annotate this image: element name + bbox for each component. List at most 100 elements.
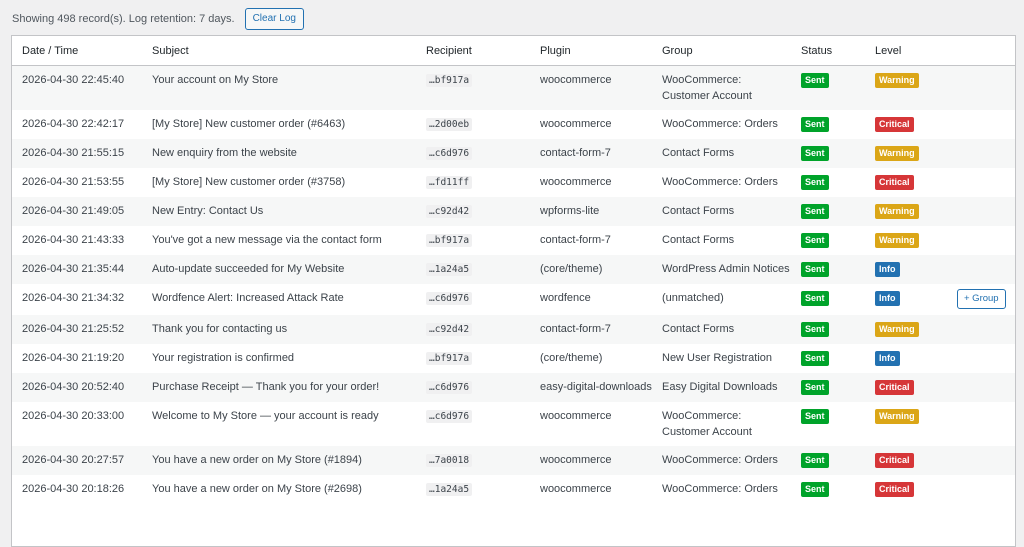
cell-subject: New Entry: Contact Us: [142, 197, 416, 226]
cell-level: Critical: [865, 168, 947, 197]
cell-recipient: …c6d976: [416, 284, 530, 315]
cell-actions: [947, 139, 1015, 168]
table-row: 2026-04-30 20:27:57 You have a new order …: [12, 446, 1015, 475]
cell-group: WordPress Admin Notices: [652, 255, 791, 284]
cell-actions: [947, 226, 1015, 255]
cell-recipient: …1a24a5: [416, 255, 530, 284]
cell-group: WooCommerce: Orders: [652, 446, 791, 475]
status-badge: Sent: [801, 380, 829, 395]
cell-date: 2026-04-30 21:49:05: [12, 197, 142, 226]
cell-level: Warning: [865, 139, 947, 168]
cell-actions: [947, 255, 1015, 284]
cell-level: Warning: [865, 402, 947, 446]
recipient-hash: …1a24a5: [426, 483, 473, 496]
cell-subject: You've got a new message via the contact…: [152, 234, 382, 246]
status-badge: Sent: [801, 262, 829, 277]
cell-plugin: easy-digital-downloads: [530, 373, 652, 402]
level-badge: Warning: [875, 322, 919, 337]
cell-plugin: contact-form-7: [540, 234, 611, 246]
column-header-status[interactable]: Status: [791, 36, 865, 66]
cell-subject: Your account on My Store: [142, 65, 416, 110]
level-badge: Critical: [875, 117, 914, 132]
recipient-hash: …1a24a5: [426, 263, 473, 276]
cell-actions: [947, 197, 1015, 226]
column-header-level[interactable]: Level: [865, 36, 947, 66]
cell-recipient: …bf917a: [416, 65, 530, 110]
cell-plugin: wpforms-lite: [530, 197, 652, 226]
cell-date: 2026-04-30 20:18:26: [22, 483, 125, 495]
cell-recipient: …bf917a: [416, 226, 530, 255]
cell-actions: [947, 168, 1015, 197]
level-badge: Critical: [875, 175, 914, 190]
cell-recipient: …c6d976: [416, 373, 530, 402]
cell-recipient: …7a0018: [416, 446, 530, 475]
column-header-group[interactable]: Group: [652, 36, 791, 66]
cell-date: 2026-04-30 21:19:20: [22, 352, 125, 364]
cell-recipient: …c92d42: [416, 315, 530, 344]
level-badge: Critical: [875, 453, 914, 468]
recipient-hash: …2d00eb: [426, 118, 473, 131]
table-body: 2026-04-30 22:45:40 Your account on My St…: [12, 65, 1015, 505]
clear-log-button[interactable]: Clear Log: [244, 8, 304, 30]
column-header-plugin[interactable]: Plugin: [530, 36, 652, 66]
cell-plugin: contact-form-7: [530, 139, 652, 168]
cell-group: Contact Forms: [652, 197, 791, 226]
cell-status: Sent: [791, 284, 865, 315]
cell-plugin: woocommerce: [540, 410, 612, 422]
level-badge: Warning: [875, 146, 919, 161]
cell-group: WooCommerce: Customer Account: [652, 65, 791, 110]
cell-actions: [947, 373, 1015, 402]
cell-group: WooCommerce: Orders: [662, 118, 778, 130]
status-badge: Sent: [801, 204, 829, 219]
status-badge: Sent: [801, 117, 829, 132]
level-badge: Warning: [875, 204, 919, 219]
cell-status: Sent: [791, 446, 865, 475]
status-badge: Sent: [801, 146, 829, 161]
cell-group: New User Registration: [662, 352, 773, 364]
cell-plugin: woocommerce: [540, 176, 612, 188]
cell-recipient: …c6d976: [416, 139, 530, 168]
cell-actions: [947, 475, 1015, 504]
cell-plugin: (core/theme): [530, 255, 652, 284]
email-log-table-panel: Date / Time Subject Recipient Plugin Gro…: [11, 35, 1016, 547]
column-header-subject[interactable]: Subject: [142, 36, 416, 66]
cell-status: Sent: [791, 110, 865, 139]
cell-level: Critical: [865, 446, 947, 475]
cell-date: 2026-04-30 20:33:00: [22, 410, 125, 422]
record-summary: Showing 498 record(s). Log retention: 7 …: [12, 13, 235, 25]
cell-recipient: …c92d42: [416, 197, 530, 226]
recipient-hash: …c92d42: [426, 205, 473, 218]
cell-level: Warning: [865, 197, 947, 226]
cell-plugin: wordfence: [540, 292, 591, 304]
level-badge: Critical: [875, 482, 914, 497]
level-badge: Info: [875, 351, 900, 366]
table-row: 2026-04-30 22:45:40 Your account on My St…: [12, 65, 1015, 110]
cell-plugin: woocommerce: [540, 483, 612, 495]
column-header-recipient[interactable]: Recipient: [416, 36, 530, 66]
status-badge: Sent: [801, 322, 829, 337]
cell-status: Sent: [791, 65, 865, 110]
cell-level: Critical: [865, 110, 947, 139]
log-toolbar: Showing 498 record(s). Log retention: 7 …: [12, 8, 304, 30]
cell-level: Critical: [865, 475, 947, 504]
cell-plugin: woocommerce: [530, 65, 652, 110]
email-log-table: Date / Time Subject Recipient Plugin Gro…: [12, 36, 1015, 504]
cell-subject: Your registration is confirmed: [152, 352, 295, 364]
table-row: 2026-04-30 21:19:20 Your registration is …: [12, 344, 1015, 373]
cell-level: Info: [865, 284, 947, 315]
cell-subject: New enquiry from the website: [142, 139, 416, 168]
status-badge: Sent: [801, 482, 829, 497]
recipient-hash: …c6d976: [426, 147, 473, 160]
level-badge: Warning: [875, 73, 919, 88]
add-group-button[interactable]: + Group: [957, 289, 1006, 309]
column-header-date[interactable]: Date / Time: [12, 36, 142, 66]
cell-status: Sent: [791, 402, 865, 446]
column-header-actions: [947, 36, 1015, 66]
cell-level: Warning: [865, 226, 947, 255]
cell-plugin: contact-form-7: [530, 315, 652, 344]
cell-recipient: …bf917a: [416, 344, 530, 373]
status-badge: Sent: [801, 351, 829, 366]
cell-level: Warning: [865, 315, 947, 344]
cell-recipient: …fd11ff: [416, 168, 530, 197]
recipient-hash: …7a0018: [426, 454, 473, 467]
